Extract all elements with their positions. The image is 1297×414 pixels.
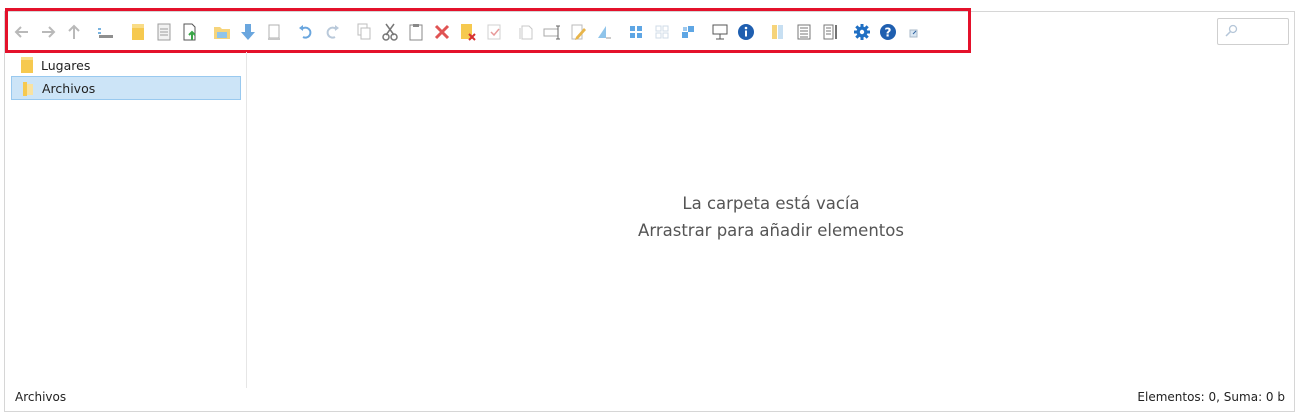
forward-arrow-icon[interactable] <box>39 22 57 42</box>
empty-folder-message: La carpeta está vacía Arrastrar para aña… <box>248 190 1294 244</box>
tree-item-label: Lugares <box>41 57 91 73</box>
up-arrow-icon[interactable] <box>65 22 83 42</box>
download-icon[interactable] <box>239 22 257 42</box>
details-icon[interactable] <box>795 22 813 42</box>
folder-open-icon <box>22 81 34 100</box>
delete-icon[interactable] <box>433 22 451 42</box>
folder-icon <box>21 57 33 76</box>
cut-icon[interactable] <box>381 22 399 42</box>
copy-icon[interactable] <box>355 22 373 42</box>
columns-icon[interactable] <box>769 22 787 42</box>
small-icons-icon[interactable] <box>653 22 671 42</box>
open-folder-icon[interactable] <box>213 22 231 42</box>
new-file-icon[interactable] <box>155 22 173 42</box>
list-view-icon[interactable] <box>679 22 697 42</box>
file-icon[interactable] <box>265 22 283 42</box>
search-icon <box>1224 24 1238 41</box>
resize-icon[interactable] <box>595 22 613 42</box>
status-summary: Elementos: 0, Suma: 0 b <box>1137 390 1285 404</box>
fullscreen-icon[interactable] <box>905 22 923 42</box>
settings-icon[interactable] <box>853 22 871 42</box>
tree-item-label: Archivos <box>42 80 96 96</box>
folder-tree: Lugares Archivos <box>5 52 247 388</box>
upload-icon[interactable] <box>181 22 199 42</box>
help-icon[interactable]: ? <box>879 22 897 42</box>
paste-icon[interactable] <box>407 22 425 42</box>
back-arrow-icon[interactable] <box>13 22 31 42</box>
info-icon[interactable] <box>737 22 755 42</box>
preview-icon[interactable] <box>711 22 729 42</box>
toolbar: ? <box>13 20 931 44</box>
empty-folder-icon[interactable] <box>459 22 477 42</box>
empty-message-title: La carpeta está vacía <box>682 194 860 213</box>
rename-icon[interactable] <box>543 22 561 42</box>
empty-message-hint: Arrastrar para añadir elementos <box>638 221 904 240</box>
view-icon[interactable] <box>97 22 115 42</box>
redo-icon[interactable] <box>323 22 341 42</box>
sort-icon[interactable] <box>821 22 839 42</box>
edit-icon[interactable] <box>569 22 587 42</box>
svg-text:?: ? <box>885 26 892 40</box>
status-path: Archivos <box>15 390 67 404</box>
tree-item-lugares[interactable]: Lugares <box>11 53 241 77</box>
new-folder-icon[interactable] <box>129 22 147 42</box>
tree-item-archivos[interactable]: Archivos <box>11 76 241 100</box>
select-icon[interactable] <box>485 22 503 42</box>
undo-icon[interactable] <box>297 22 315 42</box>
search-input[interactable] <box>1217 18 1289 45</box>
duplicate-icon[interactable] <box>517 22 535 42</box>
grid-view-icon[interactable] <box>627 22 645 42</box>
